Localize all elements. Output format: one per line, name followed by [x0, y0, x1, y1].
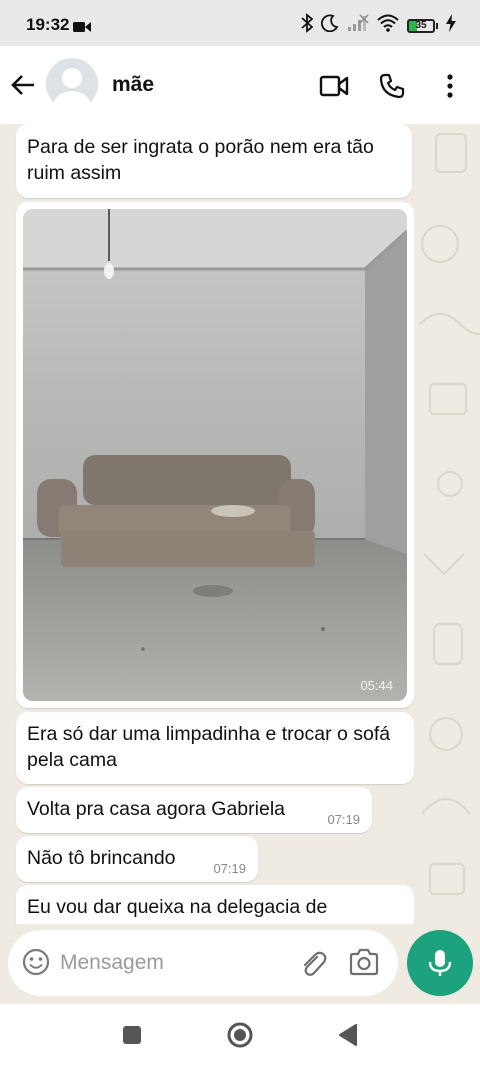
video-call-icon[interactable]	[318, 70, 350, 102]
chat-header: mãe	[0, 46, 480, 130]
system-nav-bar	[0, 1004, 480, 1066]
message-bubble-6[interactable]: Eu vou dar queixa na delegacia de	[16, 885, 414, 924]
message-bubble-4[interactable]: Volta pra casa agora Gabriela 07:19	[16, 787, 372, 833]
charging-icon	[446, 14, 456, 37]
message-photo[interactable]: 05:44	[23, 209, 407, 701]
composer	[0, 924, 480, 1004]
signal-icon	[347, 14, 369, 37]
message-time-4: 07:19	[327, 812, 360, 827]
message-time-2: 05:44	[360, 678, 393, 693]
recents-square-icon[interactable]	[117, 1020, 147, 1050]
emoji-icon[interactable]	[22, 948, 50, 981]
message-bubble-1[interactable]: Para de ser ingrata o porão nem era tão …	[16, 124, 412, 198]
image-message[interactable]: 05:44	[16, 202, 414, 708]
status-bar: 19:32 35	[0, 0, 480, 46]
message-text-5: Não tô brincando	[27, 847, 176, 869]
status-icons: 35	[301, 13, 456, 38]
message-text-3: Era só dar uma limpadinha e trocar o sof…	[27, 723, 391, 771]
status-time: 19:32	[26, 15, 70, 34]
battery-icon: 35	[407, 18, 438, 33]
microphone-button[interactable]	[407, 930, 473, 996]
message-time-5: 07:19	[213, 861, 246, 876]
video-record-icon	[73, 20, 91, 38]
home-circle-icon[interactable]	[225, 1020, 255, 1050]
chat-area[interactable]: Para de ser ingrata o porão nem era tão …	[0, 124, 480, 924]
message-bubble-3[interactable]: Era só dar uma limpadinha e trocar o sof…	[16, 712, 414, 784]
camera-icon[interactable]	[348, 947, 380, 982]
back-triangle-icon[interactable]	[333, 1020, 363, 1050]
avatar[interactable]	[46, 58, 98, 110]
message-bubble-5[interactable]: Não tô brincando 07:19	[16, 836, 258, 882]
paperclip-icon[interactable]	[298, 948, 328, 983]
moon-icon	[320, 14, 339, 37]
message-text-1: Para de ser ingrata o porão nem era tão …	[27, 136, 374, 184]
avatar-icon	[53, 68, 91, 110]
more-vertical-icon[interactable]	[434, 70, 466, 102]
back-arrow-icon[interactable]	[8, 70, 38, 100]
bluetooth-icon	[301, 13, 314, 38]
wifi-icon	[377, 14, 399, 37]
message-text-4: Volta pra casa agora Gabriela	[27, 798, 285, 820]
battery-level: 35	[415, 19, 427, 31]
message-input[interactable]	[60, 948, 290, 978]
message-input-box[interactable]	[8, 930, 398, 996]
microphone-icon	[428, 950, 452, 976]
message-text-6: Eu vou dar queixa na delegacia de	[27, 896, 328, 918]
contact-name[interactable]: mãe	[112, 73, 154, 97]
phone-icon[interactable]	[376, 70, 408, 102]
